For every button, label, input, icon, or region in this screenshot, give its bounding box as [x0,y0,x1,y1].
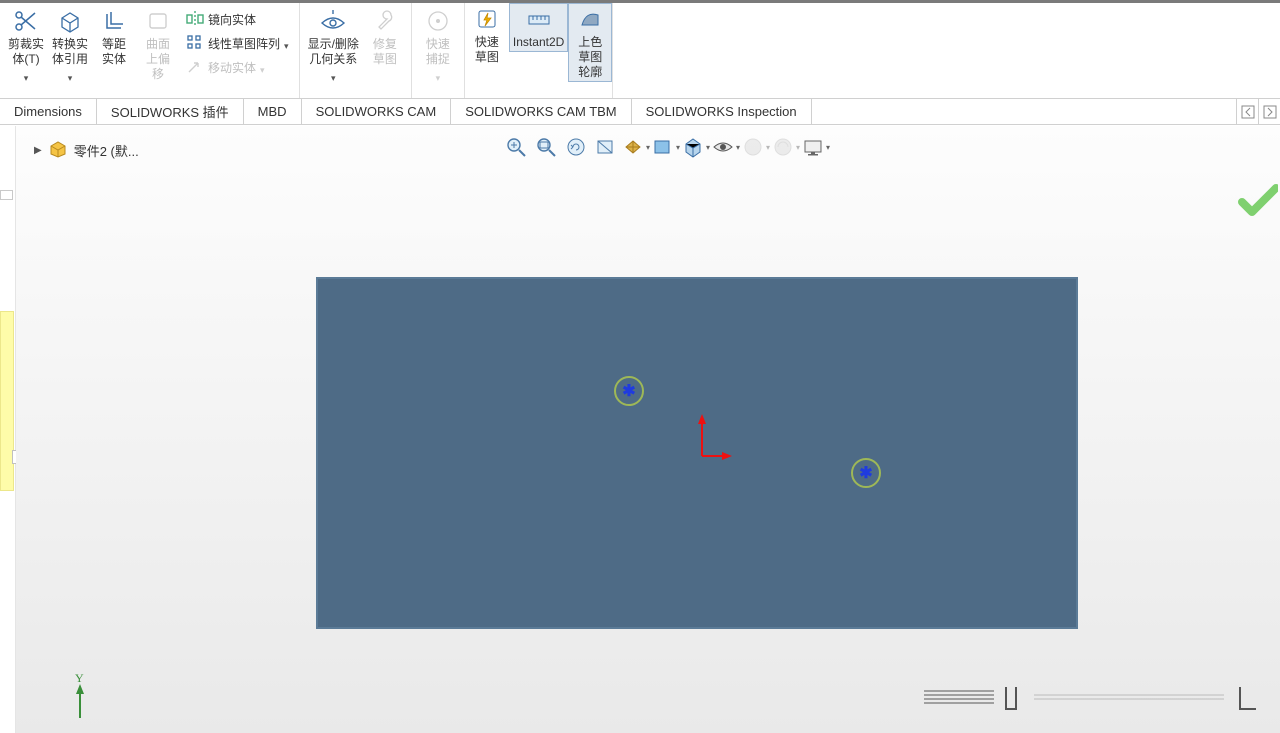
trim-entities-button[interactable]: 剪裁实 体(T) ▾ [4,5,48,86]
eye-icon [320,7,346,35]
part-name-label: 零件2 (默... [74,141,139,160]
zoom-fit-button[interactable] [502,132,530,162]
surface-icon [147,7,169,35]
tab-cam-tbm[interactable]: SOLIDWORKS CAM TBM [451,99,631,124]
zoom-area-button[interactable] [532,132,560,162]
wrench-icon [373,7,397,35]
property-manager-strip [0,311,14,491]
ribbon: 剪裁实 体(T) ▾ 转换实 体引用 ▾ 等距 实体 曲面 上偏 移 [0,3,1280,99]
viewport-button[interactable]: ▾ [802,132,830,162]
tab-mbd[interactable]: MBD [244,99,302,124]
chevron-down-icon: ▾ [284,41,289,52]
chevron-right-icon: ▶ [34,145,42,156]
repair-sketch-button: 修复 草图 [363,5,407,69]
hide-show-button[interactable]: ▾ [682,132,710,162]
selected-face[interactable] [316,277,1078,629]
lightning-icon [475,5,499,33]
instant2d-button[interactable]: Instant2D [509,3,568,52]
linear-pattern-button[interactable]: 线性草图阵列 ▾ [180,31,295,55]
convert-entities-button[interactable]: 转换实 体引用 ▾ [48,5,92,86]
chevron-down-icon: ▾ [331,73,336,84]
display-style-button[interactable]: ▾ [652,132,680,162]
graphics-area[interactable]: ▶ 零件2 (默... ▾ ▾ ▾ ▾ ▾ ▾ ▾ [16,126,1280,733]
scene-button[interactable]: ▾ [742,132,770,162]
tab-addins[interactable]: SOLIDWORKS 插件 [97,99,244,124]
confirm-sketch-button[interactable] [1238,184,1278,219]
feature-manager-sidebar [0,126,16,733]
sketch-point-1[interactable]: ✱ [614,376,644,406]
tab-cam[interactable]: SOLIDWORKS CAM [302,99,452,124]
tab-dimensions[interactable]: Dimensions [0,99,97,124]
collapse-left-icon[interactable] [1236,99,1258,124]
point-marker-icon: ✱ [859,463,872,483]
chevron-down-icon: ▾ [24,73,29,84]
scissors-icon [13,7,39,35]
pattern-icon [186,34,204,52]
move-icon [186,58,204,76]
mirror-entities-button[interactable]: 镜向实体 [180,7,295,31]
previous-view-button[interactable] [562,132,590,162]
flyout-handle[interactable] [0,190,13,200]
cube-icon [57,7,83,35]
offset-icon [101,7,127,35]
quick-snap-button: 快速 捕捉 ▾ [416,5,460,86]
point-marker-icon: ✱ [622,381,635,401]
mirror-icon [186,10,204,28]
rapid-sketch-button[interactable]: 快速 草图 [465,3,509,67]
expand-right-icon[interactable] [1258,99,1280,124]
offset-entities-button[interactable]: 等距 实体 [92,5,136,69]
ruler-icon [527,5,551,33]
snap-icon [426,7,450,35]
breadcrumb[interactable]: ▶ 零件2 (默... [34,140,139,161]
render-button[interactable]: ▾ [772,132,800,162]
surface-offset-button: 曲面 上偏 移 [136,5,180,84]
shaded-icon [578,5,602,33]
appearance-button[interactable]: ▾ [712,132,740,162]
view-orientation-button[interactable]: ▾ [622,132,650,162]
view-scale-widget [924,681,1264,715]
move-entities-button: 移动实体 ▾ [180,55,295,79]
sketch-point-2[interactable]: ✱ [851,458,881,488]
heads-up-toolbar: ▾ ▾ ▾ ▾ ▾ ▾ ▾ [502,132,830,162]
display-relations-button[interactable]: 显示/删除 几何关系 ▾ [304,5,363,86]
section-view-button[interactable] [592,132,620,162]
shaded-contour-button[interactable]: 上色 草图 轮廓 [568,3,612,82]
tab-inspection[interactable]: SOLIDWORKS Inspection [632,99,812,124]
part-icon [48,140,68,161]
chevron-down-icon: ▾ [68,73,73,84]
reference-triad: Y [62,674,102,727]
command-manager-tabs: Dimensions SOLIDWORKS 插件 MBD SOLIDWORKS … [0,99,1280,125]
